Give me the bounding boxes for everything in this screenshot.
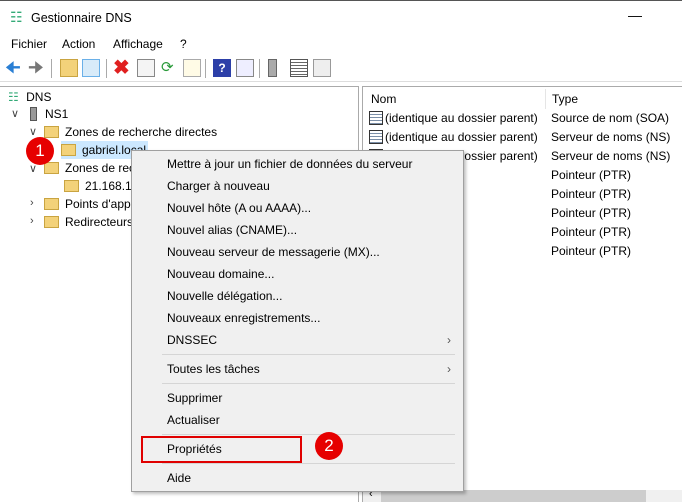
chevron-right-icon[interactable]: ›: [30, 215, 34, 227]
submenu-arrow-icon: ›: [447, 333, 451, 347]
back-icon[interactable]: 🠈: [5, 59, 23, 77]
menu-item-new-domain[interactable]: Nouveau domaine...: [167, 264, 457, 284]
chevron-down-icon[interactable]: ∨: [11, 107, 19, 120]
column-header-nom[interactable]: Nom: [371, 92, 396, 106]
tree-points[interactable]: Points d'app: [44, 195, 131, 213]
folder-icon: [44, 216, 59, 228]
export-icon[interactable]: [183, 59, 201, 77]
menu-item-delete[interactable]: Supprimer: [167, 388, 457, 408]
folder-icon: [44, 162, 59, 174]
tree-reverse-zone[interactable]: 21.168.19: [64, 177, 138, 195]
console-icon[interactable]: [236, 59, 254, 77]
server-icon: [30, 107, 37, 121]
menu-item-update-file[interactable]: Mettre à jour un fichier de données du s…: [167, 154, 457, 174]
tree-dns[interactable]: ☷ DNS: [8, 88, 51, 106]
menu-item-new-delegation[interactable]: Nouvelle délégation...: [167, 286, 457, 306]
list-icon[interactable]: [290, 59, 308, 77]
menu-action[interactable]: Action: [62, 37, 95, 51]
refresh-icon[interactable]: ⟳: [161, 59, 179, 77]
folder-icon: [44, 126, 59, 138]
record-type: Serveur de noms (NS): [551, 130, 671, 144]
properties-icon[interactable]: [137, 59, 155, 77]
forward-icon[interactable]: 🠊: [28, 59, 46, 77]
title-bar: ☷ Gestionnaire DNS —: [0, 0, 682, 34]
menu-item-all-tasks[interactable]: Toutes les tâches ›: [167, 359, 457, 379]
table-row[interactable]: (identique au dossier parent): [369, 109, 538, 128]
tree-ns1[interactable]: NS1: [30, 105, 68, 123]
server-icon[interactable]: [268, 59, 277, 77]
menu-bar: Fichier Action Affichage ?: [0, 34, 682, 54]
record-type: Pointeur (PTR): [551, 206, 632, 220]
menu-item-help[interactable]: Aide: [167, 468, 457, 488]
table-row[interactable]: (identique au dossier parent): [369, 128, 538, 147]
step-badge-2: 2: [315, 432, 343, 460]
menu-item-new-records[interactable]: Nouveaux enregistrements...: [167, 308, 457, 328]
menu-help[interactable]: ?: [180, 37, 187, 51]
window-title: Gestionnaire DNS: [31, 11, 132, 25]
menu-item-new-mx[interactable]: Nouveau serveur de messagerie (MX)...: [167, 242, 457, 262]
tree-forward-zones[interactable]: Zones de recherche directes: [44, 123, 217, 141]
properties-highlight-box: [141, 436, 302, 463]
chevron-right-icon[interactable]: ›: [30, 197, 34, 209]
record-type: Pointeur (PTR): [551, 187, 632, 201]
minimize-button[interactable]: —: [628, 7, 642, 23]
record-icon: [369, 111, 383, 125]
record-type: Pointeur (PTR): [551, 168, 632, 182]
record-icon: [369, 130, 383, 144]
up-folder-icon[interactable]: [60, 59, 78, 77]
dns-app-icon: ☷: [10, 9, 23, 25]
record-type: Serveur de noms (NS): [551, 149, 671, 163]
menu-item-new-alias[interactable]: Nouvel alias (CNAME)...: [167, 220, 457, 240]
step-badge-1: 1: [26, 137, 54, 165]
zone-icon: [61, 144, 76, 156]
menu-affichage[interactable]: Affichage: [113, 37, 163, 51]
copy-icon[interactable]: [313, 59, 331, 77]
delete-icon[interactable]: ✖: [113, 58, 131, 78]
menu-fichier[interactable]: Fichier: [11, 37, 47, 51]
record-type: Pointeur (PTR): [551, 225, 632, 239]
menu-item-reload[interactable]: Charger à nouveau: [167, 176, 457, 196]
tree-forwarders[interactable]: Redirecteurs: [44, 213, 133, 231]
chevron-down-icon[interactable]: ∨: [29, 125, 37, 138]
submenu-arrow-icon: ›: [447, 362, 451, 376]
help-icon[interactable]: ?: [213, 59, 231, 77]
tree-reverse-zones[interactable]: Zones de rec: [44, 159, 135, 177]
record-type: Pointeur (PTR): [551, 244, 632, 258]
column-header-type[interactable]: Type: [552, 92, 578, 106]
show-hide-tree-icon[interactable]: [82, 59, 100, 77]
menu-item-refresh[interactable]: Actualiser: [167, 410, 457, 430]
record-type: Source de nom (SOA): [551, 111, 670, 125]
menu-item-dnssec[interactable]: DNSSEC ›: [167, 330, 457, 350]
folder-icon: [44, 198, 59, 210]
dns-icon: ☷: [8, 90, 19, 104]
menu-item-new-host[interactable]: Nouvel hôte (A ou AAAA)...: [167, 198, 457, 218]
zone-icon: [64, 180, 79, 192]
toolbar: 🠈 🠊 ✖ ⟳ ?: [0, 55, 682, 82]
